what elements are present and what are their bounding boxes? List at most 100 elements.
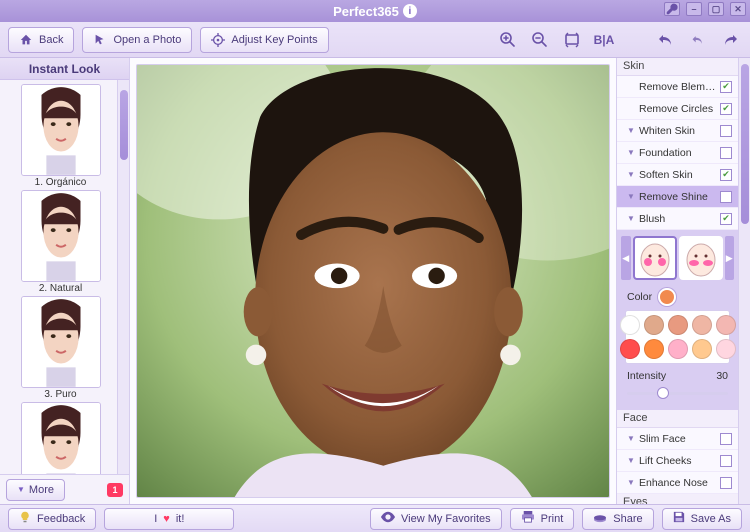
preset-item[interactable]: 3. Puro (11, 296, 111, 400)
back-button[interactable]: Back (8, 27, 74, 53)
app-title: Perfect365 (333, 4, 399, 19)
checkbox[interactable]: ✔ (720, 169, 732, 181)
photo-preview (136, 64, 610, 498)
expand-icon[interactable]: ▼ (627, 192, 635, 201)
redo-button[interactable] (718, 28, 742, 52)
preset-thumb (21, 296, 101, 388)
notification-badge[interactable]: 1 (107, 483, 123, 497)
checkbox[interactable]: ✔ (720, 103, 732, 115)
expand-icon[interactable]: ▼ (627, 170, 635, 179)
row-remove-blemishes[interactable]: Remove Blemishes ✔ (617, 76, 738, 98)
preset-thumb (21, 402, 101, 474)
color-swatch[interactable] (692, 315, 712, 335)
color-swatch[interactable] (620, 315, 640, 335)
checkbox[interactable]: ✔ (720, 455, 732, 467)
close-icon[interactable]: ✕ (730, 2, 746, 16)
color-swatch[interactable] (668, 339, 688, 359)
preset-scrollbar[interactable] (117, 80, 129, 474)
share-icon (593, 511, 607, 526)
favorites-button[interactable]: View My Favorites (370, 508, 502, 530)
checkbox[interactable]: ✔ (720, 125, 732, 137)
print-button[interactable]: Print (510, 508, 575, 530)
row-slim-face[interactable]: ▼ Slim Face ✔ (617, 428, 738, 450)
expand-icon[interactable]: ▼ (627, 126, 635, 135)
heart-icon: ♥ (163, 513, 170, 525)
checkbox[interactable]: ✔ (720, 81, 732, 93)
fit-screen-button[interactable] (560, 28, 584, 52)
color-swatch[interactable] (716, 315, 736, 335)
checkbox[interactable]: ✔ (720, 477, 732, 489)
adjust-keypoints-button[interactable]: Adjust Key Points (200, 27, 328, 53)
blush-style-1[interactable] (633, 236, 677, 280)
row-label: Slim Face (639, 433, 716, 445)
intensity-label: Intensity (627, 370, 666, 382)
canvas[interactable] (130, 58, 616, 504)
row-label: Lift Cheeks (639, 455, 716, 467)
minimize-icon[interactable]: – (686, 2, 702, 16)
scrollbar-thumb[interactable] (741, 64, 749, 224)
tool-icon[interactable] (664, 2, 680, 16)
expand-icon[interactable]: ▼ (627, 148, 635, 157)
expand-icon[interactable]: ▼ (627, 478, 635, 487)
home-icon (19, 33, 33, 47)
checkbox[interactable]: ✔ (720, 191, 732, 203)
row-lift-cheeks[interactable]: ▼ Lift Cheeks ✔ (617, 450, 738, 472)
before-after-button[interactable]: B|A (592, 28, 616, 52)
love-it-button[interactable]: I ♥ it! (104, 508, 234, 530)
row-enhance-nose[interactable]: ▼ Enhance Nose ✔ (617, 472, 738, 494)
row-remove-shine[interactable]: ▼ Remove Shine ✔ (617, 186, 738, 208)
love-prefix: I (154, 513, 157, 525)
share-label: Share (613, 513, 642, 525)
intensity-slider[interactable] (627, 386, 728, 400)
checkbox[interactable]: ✔ (720, 433, 732, 445)
section-face-title: Face (617, 410, 738, 428)
panel-scrollbar[interactable] (738, 58, 750, 504)
more-label: More (29, 484, 54, 496)
bottombar: Feedback I ♥ it! View My Favorites Print… (0, 504, 750, 532)
blush-style-2[interactable] (679, 236, 723, 280)
row-remove-circles[interactable]: Remove Circles ✔ (617, 98, 738, 120)
color-swatch[interactable] (644, 339, 664, 359)
slider-knob[interactable] (657, 387, 669, 399)
maximize-icon[interactable]: ▢ (708, 2, 724, 16)
scrollbar-thumb[interactable] (120, 90, 128, 160)
row-label: Blush (639, 213, 716, 225)
color-swatch[interactable] (692, 339, 712, 359)
row-blush[interactable]: ▼ Blush ✔ (617, 208, 738, 230)
save-as-button[interactable]: Save As (662, 508, 742, 530)
checkbox[interactable]: ✔ (720, 213, 732, 225)
back-label: Back (39, 34, 63, 46)
checkbox[interactable]: ✔ (720, 147, 732, 159)
more-button[interactable]: ▼ More (6, 479, 65, 501)
share-button[interactable]: Share (582, 508, 653, 530)
redo-small-button[interactable] (686, 28, 710, 52)
expand-icon[interactable]: ▼ (627, 214, 635, 223)
zoom-in-button[interactable] (496, 28, 520, 52)
feedback-button[interactable]: Feedback (8, 508, 96, 530)
undo-button[interactable] (654, 28, 678, 52)
preset-item[interactable]: 1. Orgánico (11, 84, 111, 188)
row-foundation[interactable]: ▼ Foundation ✔ (617, 142, 738, 164)
color-swatch[interactable] (716, 339, 736, 359)
titlebar: Perfect365 i – ▢ ✕ (0, 0, 750, 22)
color-swatch[interactable] (668, 315, 688, 335)
info-icon[interactable]: i (403, 4, 417, 18)
preset-item[interactable]: 2. Natural (11, 190, 111, 294)
toolbar: Back Open a Photo Adjust Key Points B|A (0, 22, 750, 58)
color-swatch[interactable] (620, 339, 640, 359)
color-swatch[interactable] (644, 315, 664, 335)
preset-list: 1. Orgánico 2. Natural 3. Puro (0, 80, 117, 474)
zoom-out-button[interactable] (528, 28, 552, 52)
row-soften-skin[interactable]: ▼ Soften Skin ✔ (617, 164, 738, 186)
preset-label: 2. Natural (11, 283, 111, 294)
preset-item[interactable]: 4. Ojos de color... (11, 402, 111, 474)
style-next-button[interactable]: ▶ (725, 236, 735, 280)
expand-icon[interactable]: ▼ (627, 456, 635, 465)
section-eyes-title: Eyes (617, 494, 738, 504)
style-prev-button[interactable]: ◀ (621, 236, 631, 280)
expand-icon[interactable]: ▼ (627, 434, 635, 443)
row-whiten-skin[interactable]: ▼ Whiten Skin ✔ (617, 120, 738, 142)
bulb-icon (19, 511, 31, 526)
open-photo-button[interactable]: Open a Photo (82, 27, 192, 53)
feedback-label: Feedback (37, 513, 85, 525)
